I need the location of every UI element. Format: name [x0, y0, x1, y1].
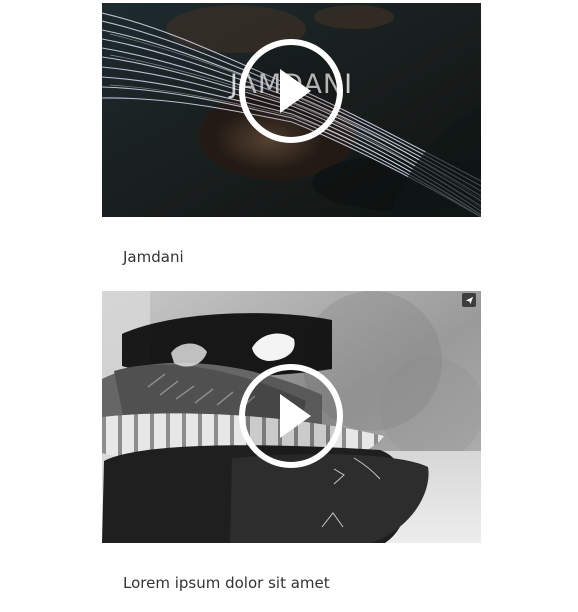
- play-button[interactable]: [239, 39, 343, 143]
- play-icon: [280, 394, 311, 438]
- play-button[interactable]: [239, 364, 343, 468]
- share-button[interactable]: [462, 293, 476, 307]
- video-lorem-ipsum[interactable]: [102, 291, 481, 543]
- page: JAMDANI Jamdani Lorem ipsum dolor sit am…: [0, 0, 578, 612]
- play-icon: [280, 69, 311, 113]
- video-jamdani[interactable]: JAMDANI: [102, 3, 481, 217]
- video-caption-lorem-ipsum: Lorem ipsum dolor sit amet: [123, 574, 330, 592]
- video-caption-jamdani: Jamdani: [123, 248, 184, 266]
- share-icon: [465, 296, 473, 304]
